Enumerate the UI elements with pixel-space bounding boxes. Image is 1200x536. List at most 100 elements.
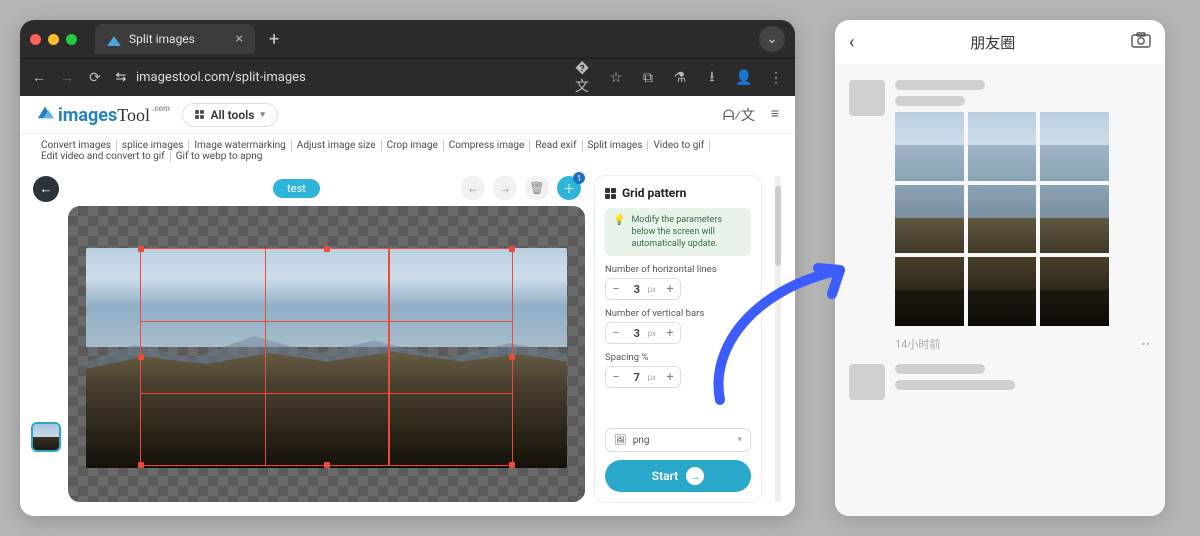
field-spacing: Spacing % − 7 px + [605, 352, 751, 388]
app-content: images Tool .com All tools ▾ ᗩ⁄文 ≡ Conve… [20, 96, 795, 516]
secondary-nav: Convert imagessplice imagesImage waterma… [20, 134, 795, 168]
add-button[interactable]: ＋1 [557, 176, 581, 200]
panel-title: Grid pattern [605, 186, 751, 200]
logo-dot: .com [152, 104, 170, 113]
nav-link[interactable]: Compress image [444, 140, 531, 151]
split-grid-overlay[interactable] [140, 248, 513, 466]
post-username-placeholder [895, 80, 985, 90]
filename-chip[interactable]: test [273, 179, 320, 198]
camera-icon[interactable] [1131, 32, 1151, 52]
editor-canvas[interactable] [68, 206, 585, 502]
grid-icon [195, 110, 205, 120]
labs-icon[interactable]: ⚗ [671, 69, 689, 87]
nav-link[interactable]: Crop image [382, 140, 444, 151]
app-header: images Tool .com All tools ▾ ᗩ⁄文 ≡ [20, 96, 795, 134]
undo-button[interactable]: ← [461, 176, 485, 200]
nav-link[interactable]: Gif to webp to apng [171, 151, 268, 162]
minimize-window-button[interactable] [48, 34, 59, 45]
avatar[interactable] [849, 364, 885, 400]
stepper-vertical[interactable]: − 3 px + [605, 322, 681, 344]
window-controls [30, 34, 77, 45]
back-button[interactable]: ← [33, 176, 59, 202]
format-select[interactable]: 🖼 png ▾ [605, 428, 751, 452]
logo[interactable]: images Tool .com [36, 103, 168, 126]
hamburger-icon[interactable]: ≡ [771, 105, 779, 125]
phone-header: ‹ 朋友圈 [835, 20, 1165, 64]
nav-forward-icon[interactable]: → [58, 69, 76, 87]
address-bar: ← → ⟳ ⇆ imagestool.com/split-images �文 ☆… [20, 58, 795, 96]
add-badge: 1 [573, 172, 585, 184]
post-image-grid[interactable] [895, 112, 1109, 326]
translate-icon[interactable]: �文 [575, 69, 593, 87]
post-text-placeholder [895, 96, 965, 106]
panel-scrollbar[interactable] [775, 176, 781, 502]
url-text: imagestool.com/split-images [136, 70, 306, 85]
field-vertical: Number of vertical bars − 3 px + [605, 308, 751, 344]
grid-pattern-icon [605, 188, 616, 199]
close-tab-icon[interactable]: × [236, 31, 243, 47]
nav-link[interactable]: Read exif [530, 140, 582, 151]
chevron-down-icon: ▾ [737, 435, 742, 445]
logo-text-b: Tool [117, 105, 150, 126]
browser-tab[interactable]: Split images × [95, 24, 255, 54]
stepper-spacing[interactable]: − 7 px + [605, 366, 681, 388]
tab-title: Split images [129, 32, 195, 46]
nav-link[interactable]: Edit video and convert to gif [36, 151, 171, 162]
language-icon[interactable]: ᗩ⁄文 [723, 105, 755, 125]
nav-link[interactable]: Image watermarking [189, 140, 291, 151]
chevron-down-icon: ▾ [260, 110, 265, 120]
extensions-icon[interactable]: ⧉ [639, 69, 657, 87]
favicon [107, 32, 121, 46]
tab-strip: Split images × + ⌄ [20, 20, 795, 58]
phone-title: 朋友圈 [970, 32, 1015, 53]
all-tools-button[interactable]: All tools ▾ [182, 103, 278, 127]
image-icon: 🖼 [614, 435, 627, 446]
nav-link[interactable]: splice images [117, 140, 189, 151]
lightbulb-icon: 💡 [613, 214, 625, 250]
settings-panel: Grid pattern 💡 Modify the parameters bel… [595, 176, 761, 502]
feed-post: 14小时前 •• [835, 74, 1165, 358]
back-icon[interactable]: ‹ [849, 32, 854, 53]
new-tab-button[interactable]: + [263, 29, 285, 50]
bookmark-icon[interactable]: ☆ [607, 69, 625, 87]
start-button[interactable]: Start → [605, 460, 751, 492]
tab-overflow-button[interactable]: ⌄ [759, 26, 785, 52]
image-thumbnail[interactable] [31, 422, 61, 452]
download-icon[interactable]: ⭳ [703, 69, 721, 87]
arrow-right-icon: → [686, 467, 704, 485]
menu-icon[interactable]: ⋮ [767, 69, 785, 87]
site-settings-icon[interactable]: ⇆ [114, 70, 128, 85]
post-text-placeholder [895, 380, 1015, 390]
nav-link[interactable]: Adjust image size [292, 140, 382, 151]
post-time: 14小时前 •• [895, 336, 1151, 352]
field-horizontal: Number of horizontal lines − 3 px + [605, 264, 751, 300]
post-username-placeholder [895, 364, 985, 374]
nav-link[interactable]: Video to gif [648, 140, 710, 151]
stepper-horizontal[interactable]: − 3 px + [605, 278, 681, 300]
logo-icon [36, 103, 54, 121]
increment-button[interactable]: + [660, 323, 680, 343]
phone-preview: ‹ 朋友圈 [835, 20, 1165, 516]
nav-link[interactable]: Split images [583, 140, 649, 151]
redo-button[interactable]: → [493, 176, 517, 200]
decrement-button[interactable]: − [606, 323, 626, 343]
avatar[interactable] [849, 80, 885, 116]
browser-window: Split images × + ⌄ ← → ⟳ ⇆ imagestool.co… [20, 20, 795, 516]
increment-button[interactable]: + [660, 279, 680, 299]
phone-feed[interactable]: 14小时前 •• [835, 64, 1165, 516]
all-tools-label: All tools [210, 108, 254, 122]
maximize-window-button[interactable] [66, 34, 77, 45]
nav-back-icon[interactable]: ← [30, 69, 48, 87]
hint-box: 💡 Modify the parameters below the screen… [605, 208, 751, 256]
nav-link[interactable]: Convert images [36, 140, 117, 151]
url-field[interactable]: ⇆ imagestool.com/split-images [114, 70, 565, 85]
logo-text-a: images [58, 105, 117, 126]
close-window-button[interactable] [30, 34, 41, 45]
post-actions-icon[interactable]: •• [1142, 338, 1151, 351]
reload-icon[interactable]: ⟳ [86, 69, 104, 87]
increment-button[interactable]: + [660, 367, 680, 387]
delete-button[interactable]: 🗑 [525, 176, 549, 200]
decrement-button[interactable]: − [606, 367, 626, 387]
profile-icon[interactable]: 👤 [735, 69, 753, 87]
decrement-button[interactable]: − [606, 279, 626, 299]
